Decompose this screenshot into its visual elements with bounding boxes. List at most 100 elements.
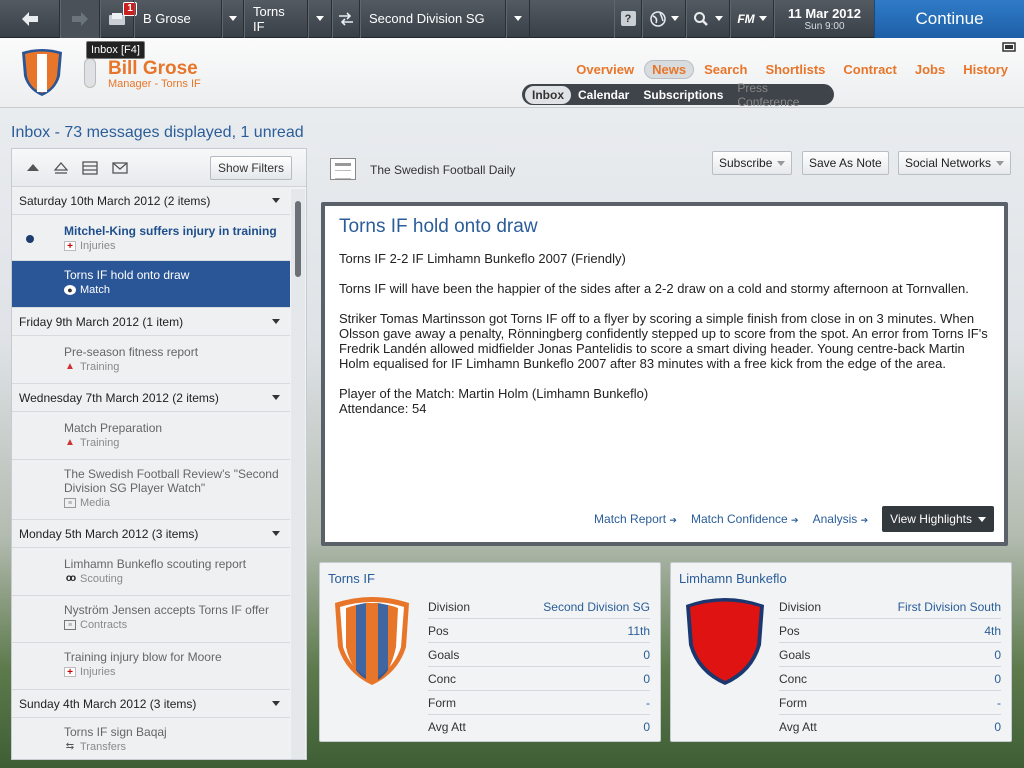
continue-button[interactable]: Continue xyxy=(874,0,1024,38)
transfer-icon: ⇆ xyxy=(65,741,75,752)
away-team-card: Limhamn Bunkeflo Division First Division … xyxy=(670,562,1012,742)
move-up-icon[interactable] xyxy=(26,162,40,174)
training-icon: ▲ xyxy=(65,361,75,372)
forward-button[interactable] xyxy=(60,0,100,38)
unread-dot-icon xyxy=(26,235,34,243)
stat-label: Avg Att xyxy=(428,720,466,734)
message-category: Training xyxy=(80,437,120,449)
view-highlights-label: View Highlights xyxy=(890,512,972,526)
club-crest-icon xyxy=(22,49,62,96)
back-button[interactable] xyxy=(0,0,60,38)
message-category: Injuries xyxy=(80,666,116,678)
message-category: Training xyxy=(80,361,120,373)
social-networks-label: Social Networks xyxy=(905,156,992,170)
stat-row: Form - xyxy=(428,691,650,715)
manager-name[interactable]: Bill Grose xyxy=(108,58,198,80)
message-title: Limhamn Bunkeflo scouting report xyxy=(64,557,247,571)
list-view-icon[interactable] xyxy=(82,160,98,175)
social-networks-button[interactable]: Social Networks xyxy=(898,151,1012,175)
media-icon: ≡ xyxy=(64,498,76,508)
message-item[interactable]: Torns IF sign Baqaj ⇆ Transfers xyxy=(12,718,290,759)
view-highlights-button[interactable]: View Highlights xyxy=(882,506,994,532)
save-as-note-button[interactable]: Save As Note xyxy=(802,151,889,175)
message-item[interactable]: Nyström Jensen accepts Torns IF offer ≡ C… xyxy=(12,596,290,643)
tab-subscriptions[interactable]: Subscriptions xyxy=(636,86,730,104)
sub-nav: Inbox Calendar Subscriptions Press Confe… xyxy=(522,81,834,109)
game-date[interactable]: 11 Mar 2012 Sun 9:00 xyxy=(774,0,874,38)
tab-inbox[interactable]: Inbox xyxy=(525,85,571,104)
message-item-selected[interactable]: Torns IF hold onto draw ● Match xyxy=(12,261,290,308)
world-button[interactable] xyxy=(642,0,686,38)
list-toolbar: Show Filters xyxy=(12,149,306,187)
tab-press-conference[interactable]: Press Conference xyxy=(730,79,831,111)
binoculars-icon: oo xyxy=(65,573,76,584)
news-article: Torns IF hold onto draw Torns IF 2-2 IF … xyxy=(321,202,1008,546)
scroll-handle-icon[interactable] xyxy=(84,58,96,88)
match-report-label: Match Report xyxy=(594,512,667,526)
chevron-down-icon xyxy=(272,701,280,706)
manager-role: Manager - Torns IF xyxy=(108,78,201,90)
stat-value: 0 xyxy=(643,720,650,734)
mail-icon[interactable] xyxy=(112,161,128,174)
scrollbar-thumb[interactable] xyxy=(295,201,301,277)
competition-dropdown[interactable] xyxy=(506,0,530,38)
chevron-down-icon xyxy=(715,16,723,21)
move-top-icon[interactable] xyxy=(54,161,68,174)
date-group-header[interactable]: Sunday 4th March 2012 (3 items) xyxy=(12,690,290,718)
club-dropdown[interactable] xyxy=(308,0,332,38)
home-team-card: Torns IF Division Second Division SG Pos 1… xyxy=(319,562,661,742)
article-paragraph: Torns IF 2-2 IF Limhamn Bunkeflo 2007 (F… xyxy=(339,251,626,266)
torns-crest-icon xyxy=(335,597,409,685)
competition-menu[interactable]: Second Division SG xyxy=(360,0,506,38)
message-title: The Swedish Football Review's "Second Di… xyxy=(64,467,279,495)
message-item[interactable]: Limhamn Bunkeflo scouting report oo Scout… xyxy=(12,548,290,596)
chevron-down-icon xyxy=(272,198,280,203)
analysis-link[interactable]: Analysis ➔ xyxy=(813,512,869,526)
stat-value[interactable]: Second Division SG xyxy=(543,600,650,614)
chevron-down-icon xyxy=(996,160,1005,166)
club-menu[interactable]: Torns IF xyxy=(244,0,308,38)
team-name[interactable]: Torns IF xyxy=(328,571,375,586)
nav-search[interactable]: Search xyxy=(704,62,747,77)
switch-button[interactable] xyxy=(332,0,360,38)
date-group-header[interactable]: Monday 5th March 2012 (3 items) xyxy=(12,520,290,548)
manager-menu-label: B Grose xyxy=(143,11,191,26)
fm-menu-button[interactable]: FM xyxy=(730,0,774,38)
message-title: Training injury blow for Moore xyxy=(64,650,222,664)
club-menu-label: Torns IF xyxy=(253,3,285,34)
nav-jobs[interactable]: Jobs xyxy=(915,62,945,77)
stat-value: 4th xyxy=(984,623,1001,638)
search-button[interactable] xyxy=(686,0,730,38)
stat-label: Division xyxy=(779,599,822,614)
team-name[interactable]: Limhamn Bunkeflo xyxy=(679,571,787,586)
nav-news[interactable]: News xyxy=(644,60,695,79)
stat-value[interactable]: First Division South xyxy=(898,600,1001,614)
help-button[interactable]: ? xyxy=(614,0,642,38)
message-item[interactable]: The Swedish Football Review's "Second Di… xyxy=(12,460,290,520)
match-report-link[interactable]: Match Report ➔ xyxy=(594,512,677,526)
date-group-header[interactable]: Saturday 10th March 2012 (2 items) xyxy=(12,187,290,215)
date-group-header[interactable]: Friday 9th March 2012 (1 item) xyxy=(12,308,290,336)
message-item[interactable]: Match Preparation ▲ Training xyxy=(12,412,290,460)
newspaper-name[interactable]: The Swedish Football Daily xyxy=(370,163,515,177)
list-scrollbar[interactable] xyxy=(291,189,305,759)
subscribe-button[interactable]: Subscribe xyxy=(712,151,793,175)
stat-row: Division Second Division SG xyxy=(428,595,650,619)
nav-history[interactable]: History xyxy=(963,62,1008,77)
manager-dropdown[interactable] xyxy=(222,0,244,38)
message-item[interactable]: Mitchel-King suffers injury in training … xyxy=(12,215,290,261)
search-icon xyxy=(694,11,708,26)
screen-icon[interactable] xyxy=(1002,42,1016,52)
inbox-button[interactable]: 1 xyxy=(100,0,137,38)
nav-overview[interactable]: Overview xyxy=(576,62,634,77)
manager-menu[interactable]: B Grose xyxy=(134,0,222,38)
nav-contract[interactable]: Contract xyxy=(843,62,896,77)
date-group-header[interactable]: Wednesday 7th March 2012 (2 items) xyxy=(12,384,290,412)
date-group-label: Monday 5th March 2012 (3 items) xyxy=(19,526,199,541)
show-filters-button[interactable]: Show Filters xyxy=(209,156,292,180)
match-confidence-link[interactable]: Match Confidence ➔ xyxy=(691,512,799,526)
message-item[interactable]: Training injury blow for Moore + Injuries xyxy=(12,643,290,690)
message-item[interactable]: Pre-season fitness report ▲ Training xyxy=(12,336,290,384)
nav-shortlists[interactable]: Shortlists xyxy=(765,62,825,77)
tab-calendar[interactable]: Calendar xyxy=(571,86,636,104)
